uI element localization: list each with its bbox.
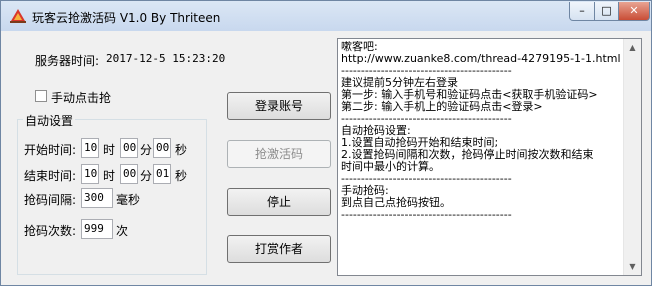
- end-time-label: 结束时间:: [24, 169, 77, 183]
- count-input[interactable]: 999: [81, 219, 113, 239]
- end-hour-unit: 时: [103, 169, 116, 183]
- scroll-down-arrow-icon[interactable]: ▼: [624, 258, 641, 275]
- server-time-value: 2017-12-5 15:23:20: [106, 52, 226, 65]
- start-second-input[interactable]: 00: [153, 138, 171, 158]
- client-area: 服务器时间: 2017-12-5 15:23:20 手动点击抢 自动设置 开始时…: [1, 31, 651, 285]
- end-hour-input[interactable]: 10: [81, 164, 99, 184]
- scroll-up-arrow-icon[interactable]: ▲: [624, 39, 641, 56]
- app-logo-icon: [10, 9, 26, 23]
- start-second-unit: 秒: [175, 143, 188, 157]
- grab-code-button[interactable]: 抢激活码: [227, 140, 331, 168]
- start-hour-unit: 时: [103, 143, 116, 157]
- log-scrollbar[interactable]: ▲ ▼: [623, 39, 641, 275]
- auto-settings-title: 自动设置: [23, 112, 76, 129]
- end-second-unit: 秒: [175, 169, 188, 183]
- manual-grab-checkbox[interactable]: [35, 90, 47, 102]
- log-text: 嗽客吧: http://www.zuanke8.com/thread-42791…: [341, 41, 621, 221]
- end-second-input[interactable]: 01: [153, 164, 171, 184]
- window-title: 玩客云抢激活码 V1.0 By Thriteen: [32, 11, 221, 25]
- start-minute-unit: 分: [140, 143, 153, 157]
- start-time-label: 开始时间:: [24, 143, 77, 157]
- login-button[interactable]: 登录账号: [227, 92, 331, 120]
- server-time-label: 服务器时间:: [35, 54, 100, 68]
- end-minute-input[interactable]: 00: [120, 164, 138, 184]
- count-label: 抢码次数:: [24, 224, 77, 238]
- count-unit: 次: [116, 224, 129, 238]
- end-minute-unit: 分: [140, 169, 153, 183]
- start-minute-input[interactable]: 00: [120, 138, 138, 158]
- stop-button[interactable]: 停止: [227, 188, 331, 216]
- maximize-button[interactable]: □: [594, 2, 619, 21]
- interval-input[interactable]: 300: [81, 188, 113, 208]
- interval-label: 抢码间隔:: [24, 193, 77, 207]
- interval-unit: 毫秒: [116, 193, 141, 207]
- title-bar[interactable]: 玩客云抢激活码 V1.0 By Thriteen – □ ✕: [1, 1, 651, 31]
- close-button[interactable]: ✕: [618, 2, 650, 21]
- start-hour-input[interactable]: 10: [81, 138, 99, 158]
- app-window: 玩客云抢激活码 V1.0 By Thriteen – □ ✕ 服务器时间: 20…: [0, 0, 652, 286]
- manual-grab-label: 手动点击抢: [51, 91, 112, 105]
- log-textarea[interactable]: 嗽客吧: http://www.zuanke8.com/thread-42791…: [337, 38, 642, 276]
- minimize-button[interactable]: –: [569, 2, 595, 21]
- tip-author-button[interactable]: 打赏作者: [227, 235, 331, 263]
